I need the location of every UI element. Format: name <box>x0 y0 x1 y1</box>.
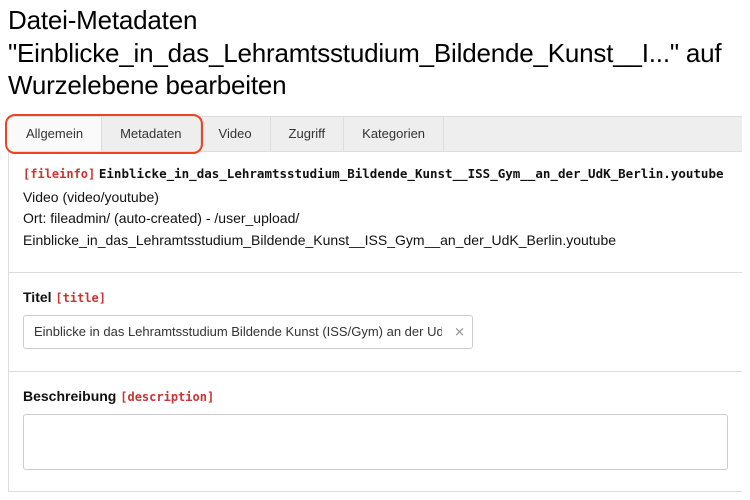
fileinfo-tag: [fileinfo] <box>23 167 95 181</box>
title-input-wrap: ✕ <box>23 315 473 349</box>
file-mimetype: Video (video/youtube) <box>23 187 728 209</box>
tab-video[interactable]: Video <box>201 117 271 151</box>
tab-allgemein[interactable]: Allgemein <box>8 117 102 151</box>
description-textarea[interactable] <box>23 414 728 470</box>
title-input[interactable] <box>23 315 473 349</box>
title-field-tag: [title] <box>55 291 106 305</box>
section-divider <box>9 371 742 372</box>
description-field-label: Beschreibung [description] <box>23 388 728 404</box>
title-field-label: Titel [title] <box>23 289 728 305</box>
tab-kategorien[interactable]: Kategorien <box>344 117 444 151</box>
tab-metadaten[interactable]: Metadaten <box>102 117 200 151</box>
file-location-prefix: Ort: fileadmin/ (auto-created) - /user_u… <box>23 208 728 230</box>
file-location-filename: Einblicke_in_das_Lehramtsstudium_Bildend… <box>23 230 728 252</box>
fileinfo-filename: Einblicke_in_das_Lehramtsstudium_Bildend… <box>99 166 724 181</box>
tab-zugriff[interactable]: Zugriff <box>271 117 345 151</box>
description-field-tag: [description] <box>120 390 214 404</box>
panel-allgemein: [fileinfo] Einblicke_in_das_Lehramtsstud… <box>8 152 742 492</box>
section-divider <box>9 491 742 492</box>
page-title: Datei-Metadaten "Einblicke_in_das_Lehram… <box>8 4 742 102</box>
fileinfo-line: [fileinfo] Einblicke_in_das_Lehramtsstud… <box>23 166 728 181</box>
clear-title-button[interactable]: ✕ <box>454 325 465 338</box>
tab-bar: Allgemein Metadaten Video Zugriff Katego… <box>8 116 742 152</box>
section-divider <box>9 272 742 273</box>
file-location-block: Video (video/youtube) Ort: fileadmin/ (a… <box>23 187 728 252</box>
close-icon: ✕ <box>454 324 465 339</box>
